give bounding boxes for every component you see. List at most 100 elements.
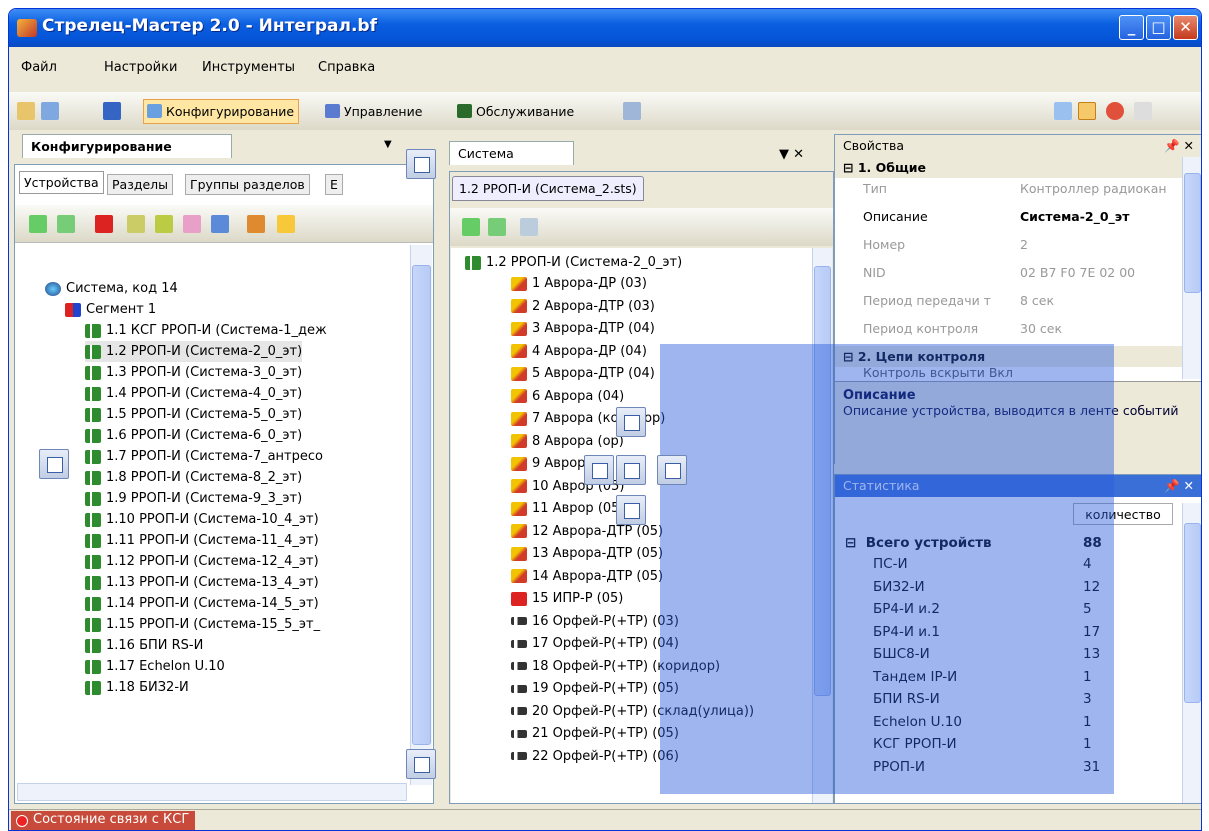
properties-pin-close[interactable]: 📌 ✕ xyxy=(1164,138,1194,154)
close-button[interactable]: ✕ xyxy=(1173,15,1198,40)
sys-device-item[interactable]: 8 Аврора (ор) xyxy=(511,431,624,452)
property-row[interactable]: Период передачи т 8 сек xyxy=(835,290,1201,311)
tree-device-item[interactable]: 1.15 РРОП-И (Система-15_5_эт_ xyxy=(85,614,320,635)
property-row[interactable]: Номер 2 xyxy=(835,234,1201,255)
dock-center-left[interactable] xyxy=(584,455,614,485)
menu-file[interactable]: Файл xyxy=(21,60,57,75)
delete-icon[interactable] xyxy=(95,215,113,233)
sys-device-item[interactable]: 17 Орфей-Р(+ТР) (04) xyxy=(511,633,679,654)
tree-device-item[interactable]: 1.14 РРОП-И (Система-14_5_эт) xyxy=(85,593,319,614)
sys-device-item[interactable]: 13 Аврора-ДТР (05) xyxy=(511,543,663,564)
tab-configuration[interactable]: Конфигурирование xyxy=(143,99,300,124)
tab-section-groups[interactable]: Группы разделов xyxy=(185,174,310,195)
tree-device-item[interactable]: 1.17 Echelon U.10 xyxy=(85,656,225,677)
sys-device-item[interactable]: 22 Орфей-Р(+ТР) (06) xyxy=(511,746,679,767)
properties-scrollbar[interactable] xyxy=(1182,157,1201,379)
title-bar[interactable]: Стрелец-Мастер 2.0 - Интеграл.bf _ □ ✕ xyxy=(9,9,1201,47)
tool1-icon[interactable] xyxy=(127,215,145,233)
connection-status[interactable]: Состояние связи с КСГ xyxy=(11,811,196,830)
tree-device-item[interactable]: 1.1 КСГ РРОП-И (Система-1_деж xyxy=(85,320,327,341)
add-child-icon[interactable] xyxy=(57,215,75,233)
sys-device-item[interactable]: 3 Аврора-ДТР (04) xyxy=(511,318,655,339)
magic-icon[interactable] xyxy=(247,215,265,233)
property-row[interactable]: Тип Контроллер радиокан xyxy=(835,178,1201,199)
sys-device-item[interactable]: 4 Аврора-ДР (04) xyxy=(511,341,647,362)
tree-device-item[interactable]: 1.8 РРОП-И (Система-8_2_эт) xyxy=(85,467,302,488)
tree-segment[interactable]: Сегмент 1 xyxy=(65,299,156,320)
menu-tools[interactable]: Инструменты xyxy=(202,60,295,75)
tree-device-item[interactable]: 1.10 РРОП-И (Система-10_4_эт) xyxy=(85,509,319,530)
sys-device-item[interactable]: 21 Орфей-Р(+ТР) (05) xyxy=(511,723,679,744)
eraser-icon[interactable] xyxy=(183,215,201,233)
export-icon[interactable] xyxy=(623,102,641,120)
statistics-scrollbar[interactable] xyxy=(1182,503,1201,803)
sys-device-item[interactable]: 5 Аврора-ДТР (04) xyxy=(511,363,655,384)
tree-device-item[interactable]: 1.3 РРОП-И (Система-3_0_эт) xyxy=(85,362,302,383)
tab-devices[interactable]: Устройства xyxy=(19,171,104,194)
menu-help[interactable]: Справка xyxy=(318,60,375,75)
sys-device-item[interactable]: 1 Аврора-ДР (03) xyxy=(511,273,647,294)
tree-device-item[interactable]: 1.18 БИЗ2-И xyxy=(85,677,189,698)
tree-device-item[interactable]: 1.5 РРОП-И (Система-5_0_эт) xyxy=(85,404,302,425)
sys-device-item[interactable]: 14 Аврора-ДТР (05) xyxy=(511,566,663,587)
group-general[interactable]: ⊟ 1. Общие xyxy=(835,157,1201,178)
property-row[interactable]: Описание Система-2_0_эт xyxy=(835,206,1201,227)
sys-tree-icon[interactable] xyxy=(520,218,538,236)
tree-device-item[interactable]: 1.2 РРОП-И (Система-2_0_эт) xyxy=(85,341,303,362)
tool2-icon[interactable] xyxy=(155,215,173,233)
layout-h-icon[interactable] xyxy=(1054,102,1072,120)
statistics-scroll-thumb[interactable] xyxy=(1184,523,1201,703)
tree-root[interactable]: Система, код 14 xyxy=(45,278,178,299)
sun-icon[interactable] xyxy=(277,215,295,233)
sys-device-item[interactable]: 2 Аврора-ДТР (03) xyxy=(511,296,655,317)
tree-device-item[interactable]: 1.12 РРОП-И (Система-12_4_эт) xyxy=(85,551,319,572)
layout-v-icon[interactable] xyxy=(1078,102,1096,120)
tab-more[interactable]: Е xyxy=(325,174,343,195)
tree-device-item[interactable]: 1.6 РРОП-И (Система-6_0_эт) xyxy=(85,425,302,446)
sys-add-child-icon[interactable] xyxy=(488,218,506,236)
link-icon[interactable] xyxy=(211,215,229,233)
dock-center-top[interactable] xyxy=(616,407,646,437)
mid-panel-controls[interactable]: ▼ ✕ xyxy=(779,147,804,162)
sys-add-icon[interactable] xyxy=(462,218,480,236)
dock-left[interactable] xyxy=(39,449,69,479)
new-icon[interactable] xyxy=(17,102,35,120)
tree-device-item[interactable]: 1.13 РРОП-И (Система-13_4_эт) xyxy=(85,572,319,593)
property-row[interactable]: NID 02 B7 F0 7E 02 00 xyxy=(835,262,1201,283)
dock-top-left[interactable] xyxy=(406,149,436,179)
dock-bottom-left[interactable] xyxy=(406,749,436,779)
menu-settings[interactable]: Настройки xyxy=(104,60,177,75)
sys-device-item[interactable]: 15 ИПР-Р (05) xyxy=(511,588,623,609)
tree-device-item[interactable]: 1.11 РРОП-И (Система-11_4_эт) xyxy=(85,530,319,551)
tab-sections[interactable]: Разделы xyxy=(107,174,174,195)
add-device-icon[interactable] xyxy=(29,215,47,233)
tree-device-item[interactable]: 1.4 РРОП-И (Система-4_0_эт) xyxy=(85,383,302,404)
sys-device-item[interactable]: 11 Аврор (05) xyxy=(511,498,625,519)
maximize-button[interactable]: □ xyxy=(1146,15,1171,40)
tab-service[interactable]: Обслуживание xyxy=(453,99,579,124)
panel-menu-arrow[interactable]: ▼ xyxy=(384,139,392,150)
property-row[interactable]: Период контроля 30 сек xyxy=(835,318,1201,339)
tree-device-item[interactable]: 1.9 РРОП-И (Система-9_3_эт) xyxy=(85,488,302,509)
grid-icon[interactable] xyxy=(1134,102,1152,120)
tab-system[interactable]: Система xyxy=(449,141,574,165)
sys-device-item[interactable]: 16 Орфей-Р(+ТР) (03) xyxy=(511,611,679,632)
tree-device-item[interactable]: 1.16 БПИ RS-И xyxy=(85,635,203,656)
save-icon[interactable] xyxy=(103,102,121,120)
statistics-pin-close[interactable]: 📌 ✕ xyxy=(1164,478,1194,494)
tree-device-item[interactable]: 1.7 РРОП-И (Система-7_антресо xyxy=(85,446,323,467)
devices-hscrollbar[interactable] xyxy=(17,783,407,801)
dock-center[interactable] xyxy=(616,455,646,485)
dock-center-right[interactable] xyxy=(657,455,687,485)
sys-root[interactable]: 1.2 РРОП-И (Система-2_0_эт) xyxy=(465,252,682,273)
devices-scroll-thumb[interactable] xyxy=(412,265,431,745)
doc-tab[interactable]: 1.2 РРОП-И (Система_2.sts) xyxy=(452,176,644,201)
no-connect-icon[interactable] xyxy=(1106,102,1124,120)
minimize-button[interactable]: _ xyxy=(1119,15,1144,40)
tab-configuration-panel[interactable]: Конфигурирование xyxy=(22,134,232,158)
sys-device-item[interactable]: 6 Аврора (04) xyxy=(511,386,624,407)
properties-scroll-thumb[interactable] xyxy=(1184,173,1201,293)
tab-control[interactable]: Управление xyxy=(321,99,427,124)
devices-scrollbar[interactable] xyxy=(410,245,432,785)
dock-center-bottom[interactable] xyxy=(616,495,646,525)
